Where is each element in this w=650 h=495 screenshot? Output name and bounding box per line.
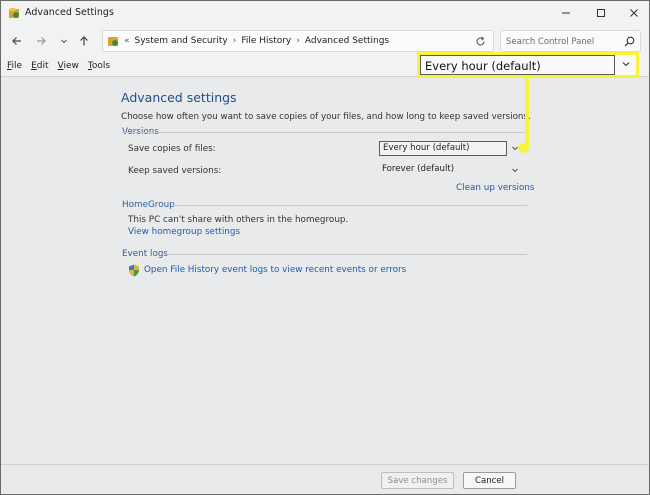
search-input[interactable]: [506, 35, 618, 48]
shield-icon: [129, 264, 139, 277]
chevron-right-icon: ›: [296, 36, 300, 46]
callout-zoom: Every hour (default): [417, 52, 639, 78]
keep-versions-label: Keep saved versions:: [128, 166, 222, 176]
arrow-right-icon: [37, 37, 46, 45]
chevron-down-icon[interactable]: [511, 166, 519, 176]
view-homegroup-settings-link[interactable]: View homegroup settings: [128, 227, 240, 237]
section-event-logs-label: Event logs: [122, 249, 168, 259]
breadcrumb: « System and Security › File History › A…: [124, 36, 389, 46]
footer: Save changes Cancel: [1, 464, 649, 494]
search-icon[interactable]: [624, 36, 635, 47]
open-event-logs-link[interactable]: Open File History event logs to view rec…: [144, 265, 406, 275]
cancel-button[interactable]: Cancel: [463, 472, 516, 489]
homegroup-message: This PC can't share with others in the h…: [128, 215, 349, 225]
divider: [122, 132, 527, 133]
refresh-button[interactable]: [470, 33, 490, 49]
arrow-up-icon: [80, 36, 88, 46]
window-title: Advanced Settings: [25, 7, 114, 18]
divider: [172, 205, 527, 206]
content-area: Advanced settings Choose how often you w…: [1, 76, 649, 464]
menu-view[interactable]: View: [57, 58, 84, 76]
close-icon: [629, 9, 638, 17]
chevron-down-icon: [61, 39, 67, 44]
save-copies-select[interactable]: Every hour (default): [379, 141, 507, 156]
up-button[interactable]: [74, 32, 94, 50]
address-bar[interactable]: « System and Security › File History › A…: [102, 30, 551, 52]
callout-connector: [525, 77, 529, 147]
file-history-icon: [9, 8, 19, 18]
breadcrumb-file-history[interactable]: File History: [241, 36, 291, 46]
control-panel-icon: [108, 37, 118, 46]
recent-locations-button[interactable]: [54, 32, 74, 50]
advanced-settings-window: Advanced Settings « System and Security …: [0, 0, 650, 495]
chevron-right-icon: ›: [232, 36, 237, 46]
maximize-button[interactable]: [583, 1, 618, 25]
refresh-icon: [475, 36, 485, 46]
clean-up-versions-link[interactable]: Clean up versions: [456, 183, 535, 193]
save-copies-label: Save copies of files:: [128, 144, 216, 154]
back-button[interactable]: [7, 32, 27, 50]
breadcrumb-advanced-settings[interactable]: Advanced Settings: [305, 36, 389, 46]
breadcrumb-overflow[interactable]: «: [124, 36, 130, 46]
forward-button[interactable]: [31, 32, 51, 50]
maximize-icon: [596, 9, 605, 17]
section-homegroup-label: HomeGroup: [122, 200, 175, 210]
menu-edit[interactable]: Edit: [30, 58, 53, 76]
chevron-down-icon: [621, 59, 631, 72]
keep-versions-select[interactable]: Forever (default): [379, 163, 507, 178]
page-description: Choose how often you want to save copies…: [121, 112, 531, 122]
breadcrumb-system-and-security[interactable]: System and Security: [135, 36, 228, 46]
title-bar: Advanced Settings: [1, 1, 649, 26]
callout-pointer: [518, 143, 528, 153]
menu-file[interactable]: File: [6, 58, 27, 76]
page-title: Advanced settings: [121, 90, 237, 105]
menu-tools[interactable]: Tools: [87, 58, 115, 76]
search-box[interactable]: [500, 30, 641, 52]
arrow-left-icon: [12, 37, 21, 45]
callout-select-value: Every hour (default): [425, 59, 541, 73]
minimize-icon: [561, 12, 570, 14]
divider: [165, 254, 527, 255]
save-changes-button[interactable]: Save changes: [381, 472, 454, 489]
close-button[interactable]: [616, 1, 649, 25]
minimize-button[interactable]: [548, 1, 583, 25]
